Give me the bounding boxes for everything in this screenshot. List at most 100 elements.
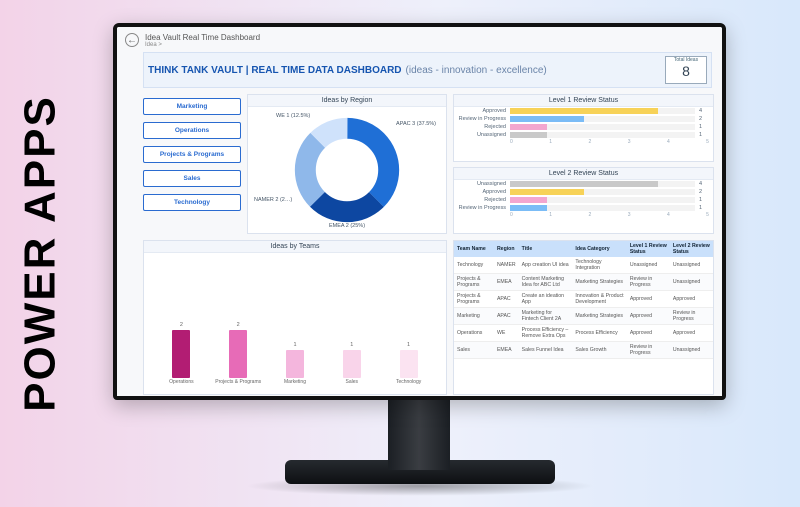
team-value: 2 <box>237 322 240 328</box>
panel-title: Level 2 Review Status <box>454 168 713 180</box>
review-bar <box>510 181 658 187</box>
team-bar <box>229 330 247 378</box>
table-cell: Marketing Strategies <box>572 274 626 291</box>
team-bar <box>286 350 304 378</box>
review-row: Approved4 <box>454 107 713 115</box>
table-header[interactable]: Team Name <box>454 241 494 257</box>
review-label: Unassigned <box>458 132 506 138</box>
panel-title: Ideas by Region <box>248 95 446 107</box>
team-category: Operations <box>169 380 193 392</box>
filter-column: Marketing Operations Projects & Programs Sa… <box>143 94 241 234</box>
review-row: Review in Progress2 <box>454 115 713 123</box>
filter-operations[interactable]: Operations <box>143 122 241 139</box>
table-cell: Review in Progress <box>670 308 713 325</box>
donut-chart <box>292 115 402 225</box>
table-cell: APAC <box>494 308 519 325</box>
title-bar: ← Idea Vault Real Time Dashboard Idea > <box>117 27 722 48</box>
donut-label-we: WE 1 (12.5%) <box>276 113 310 119</box>
review-label: Rejected <box>458 197 506 203</box>
table-cell: Process Efficiency <box>572 325 626 342</box>
team-value: 2 <box>180 322 183 328</box>
review-value: 4 <box>699 181 709 187</box>
table-cell: Sales Funnel Idea <box>519 342 573 359</box>
table-cell: Content Marketing Idea for ABC Ltd <box>519 274 573 291</box>
table-cell: Projects & Programs <box>454 274 494 291</box>
review-bar <box>510 124 547 130</box>
table-header[interactable]: Level 2 Review Status <box>670 241 713 257</box>
table-cell: Approved <box>670 325 713 342</box>
table-header[interactable]: Level 1 Review Status <box>627 241 670 257</box>
review-label: Rejected <box>458 124 506 130</box>
table-cell: Unassigned <box>670 274 713 291</box>
team-bar <box>400 350 418 378</box>
review-bar <box>510 132 547 138</box>
filter-marketing[interactable]: Marketing <box>143 98 241 115</box>
team-category: Sales <box>346 380 359 392</box>
table-row[interactable]: MarketingAPACMarketing for Fintech Clien… <box>454 308 713 325</box>
table-cell: Innovation & Product Development <box>572 291 626 308</box>
review-row: Rejected 1 <box>454 196 713 204</box>
team-value: 1 <box>293 342 296 348</box>
table-header[interactable]: Title <box>519 241 573 257</box>
team-value: 1 <box>407 342 410 348</box>
table-row[interactable]: OperationsWEProcess Efficiency – Remove … <box>454 325 713 342</box>
donut-label-namer: NAMER 2 (2…) <box>254 197 292 203</box>
review-value: 1 <box>699 124 709 130</box>
monitor-frame: ← Idea Vault Real Time Dashboard Idea > … <box>113 23 726 400</box>
table-cell: Create an ideation App <box>519 291 573 308</box>
table-header[interactable]: Idea Category <box>572 241 626 257</box>
team-column: 2Projects & Programs <box>215 322 262 392</box>
table-header[interactable]: Region <box>494 241 519 257</box>
review-bar <box>510 189 584 195</box>
table-row[interactable]: Projects & ProgramsEMEAContent Marketing… <box>454 274 713 291</box>
back-button[interactable]: ← <box>125 33 139 47</box>
review-value: 2 <box>699 189 709 195</box>
breadcrumb[interactable]: Idea > <box>145 42 260 48</box>
review-bar <box>510 108 658 114</box>
filter-sales[interactable]: Sales <box>143 170 241 187</box>
banner-title: THINK TANK VAULT | REAL TIME DATA DASHBO… <box>148 65 402 76</box>
banner: THINK TANK VAULT | REAL TIME DATA DASHBO… <box>143 52 712 88</box>
filter-technology[interactable]: Technology <box>143 194 241 211</box>
panel-title: Level 1 Review Status <box>454 95 713 107</box>
table-cell: WE <box>494 325 519 342</box>
team-column: 1 Sales <box>328 342 375 392</box>
table-row[interactable]: Projects & ProgramsAPACCreate an ideatio… <box>454 291 713 308</box>
donut-label-apac: APAC 3 (37.5%) <box>396 121 436 127</box>
review-value: 1 <box>699 197 709 203</box>
table-cell: Review in Progress <box>627 274 670 291</box>
table-cell: Unassigned <box>670 257 713 274</box>
screen: ← Idea Vault Real Time Dashboard Idea > … <box>117 27 722 396</box>
monitor-stand-neck <box>388 400 450 470</box>
review-value: 1 <box>699 132 709 138</box>
team-bar <box>343 350 361 378</box>
level1-review-panel: Level 1 Review Status Approved4Review in… <box>453 94 714 162</box>
panel-title: Ideas by Teams <box>144 241 446 253</box>
review-value: 1 <box>699 205 709 211</box>
review-row: Rejected 1 <box>454 123 713 131</box>
table-cell: Approved <box>670 291 713 308</box>
team-column: 1Technology <box>385 342 432 392</box>
table-cell: Process Efficiency – Remove Extra Ops <box>519 325 573 342</box>
table-cell: Marketing for Fintech Client 2A <box>519 308 573 325</box>
review-row: Unassigned 1 <box>454 131 713 139</box>
table-cell: Unassigned <box>670 342 713 359</box>
table-cell: Approved <box>627 291 670 308</box>
table-cell: Marketing Strategies <box>572 308 626 325</box>
table-cell: Technology <box>454 257 494 274</box>
window-title: Idea Vault Real Time Dashboard <box>145 33 260 42</box>
review-row: Review in Progress1 <box>454 204 713 212</box>
review-bar <box>510 205 547 211</box>
filter-projects-programs[interactable]: Projects & Programs <box>143 146 241 163</box>
review-row: Unassigned4 <box>454 180 713 188</box>
table-row[interactable]: TechnologyNAMERApp creation UI ideaTechn… <box>454 257 713 274</box>
table-cell: Unassigned <box>627 257 670 274</box>
review-bar <box>510 197 547 203</box>
team-value: 1 <box>350 342 353 348</box>
table-cell: Sales Growth <box>572 342 626 359</box>
table-row[interactable]: SalesEMEASales Funnel IdeaSales GrowthRe… <box>454 342 713 359</box>
table-cell: App creation UI idea <box>519 257 573 274</box>
table-cell: Projects & Programs <box>454 291 494 308</box>
level2-review-panel: Level 2 Review Status Unassigned4Approve… <box>453 167 714 235</box>
table-cell: EMEA <box>494 274 519 291</box>
